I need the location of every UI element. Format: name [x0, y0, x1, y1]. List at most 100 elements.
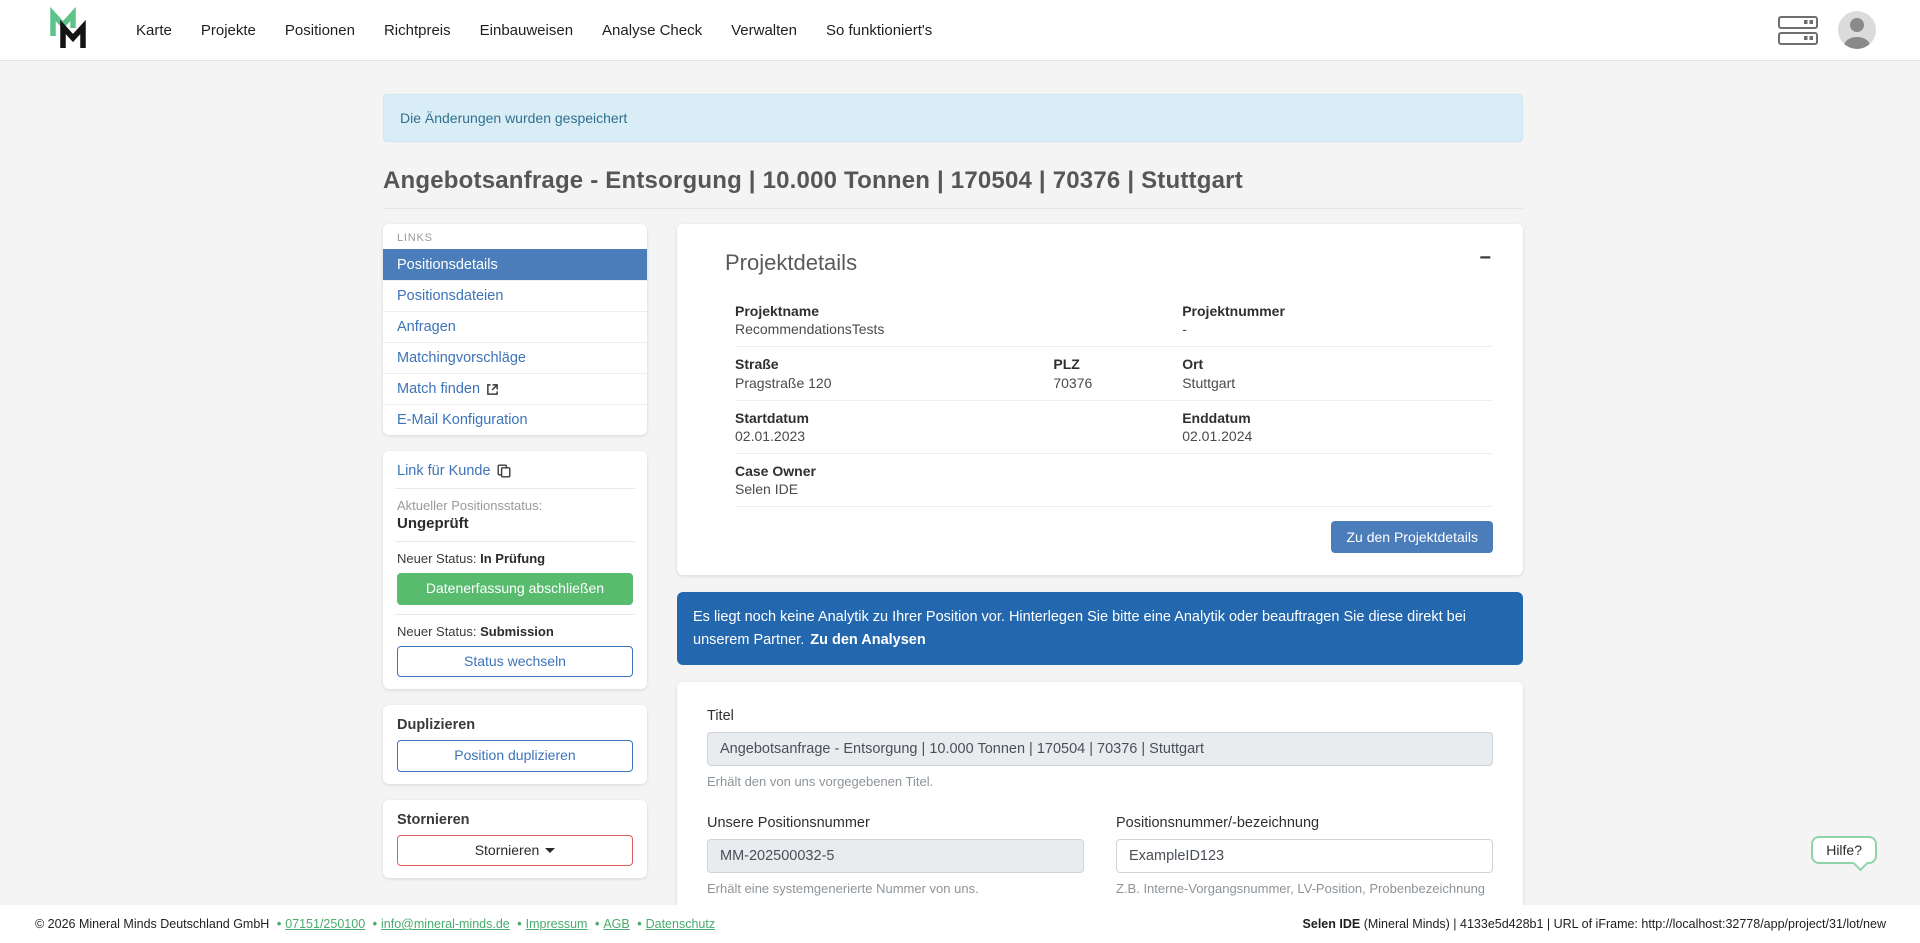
new-status-prefix: Neuer Status: — [397, 551, 477, 566]
footer-separator: • — [595, 917, 599, 931]
external-link-icon — [486, 383, 499, 396]
new-status-value: In Prüfung — [480, 551, 545, 566]
enddatum-value: 02.01.2024 — [1182, 428, 1493, 444]
unsere-positionsnummer-help-text: Erhält eine systemgenerierte Nummer von … — [707, 881, 1084, 896]
titel-input — [707, 732, 1493, 766]
nav-item-analyse-check[interactable]: Analyse Check — [602, 22, 702, 39]
footer-email-link[interactable]: info@mineral-minds.de — [381, 917, 510, 931]
status-wechseln-button[interactable]: Status wechseln — [397, 646, 633, 678]
links-card-header: LINKS — [383, 224, 647, 249]
strasse-value: Pragstraße 120 — [735, 375, 1053, 391]
footer-impressum-link[interactable]: Impressum — [526, 917, 588, 931]
nav-item-positionen[interactable]: Positionen — [285, 22, 355, 39]
sidebar-item-label: Anfragen — [397, 319, 456, 335]
nav-item-richtpreis[interactable]: Richtpreis — [384, 22, 451, 39]
help-button[interactable]: Hilfe? — [1811, 836, 1877, 864]
position-duplizieren-button[interactable]: Position duplizieren — [397, 740, 633, 772]
sidebar-item-label: Matchingvorschläge — [397, 350, 526, 366]
project-row-address: Straße Pragstraße 120 PLZ 70376 Ort Stut… — [735, 346, 1493, 399]
collapse-card-icon[interactable]: − — [1479, 248, 1491, 268]
footer-copyright: © 2026 Mineral Minds Deutschland GmbH — [35, 917, 269, 931]
link-fuer-kunde-link[interactable]: Link für Kunde — [397, 463, 633, 479]
footer-phone-link[interactable]: 07151/250100 — [285, 917, 365, 931]
copy-icon — [497, 464, 511, 478]
sidebar-item-matchingvorschlaege[interactable]: Matchingvorschläge — [383, 342, 647, 373]
projektnummer-label: Projektnummer — [1182, 301, 1493, 321]
footer-separator: • — [277, 917, 281, 931]
plz-value: 70376 — [1053, 375, 1182, 391]
sidebar-item-match-finden[interactable]: Match finden — [383, 373, 647, 404]
startdatum-label: Startdatum — [735, 408, 1182, 428]
duplizieren-card: Duplizieren Position duplizieren — [383, 705, 647, 784]
sidebar-item-positionsdateien[interactable]: Positionsdateien — [383, 280, 647, 311]
unsere-positionsnummer-input — [707, 839, 1084, 873]
nav-item-verwalten[interactable]: Verwalten — [731, 22, 797, 39]
new-status-value: Submission — [480, 624, 554, 639]
new-status-line-1: Neuer Status: In Prüfung — [397, 551, 633, 566]
projektnummer-value: - — [1182, 321, 1493, 337]
ort-value: Stuttgart — [1182, 375, 1493, 391]
duplizieren-title: Duplizieren — [397, 717, 633, 733]
case-owner-value: Selen IDE — [735, 481, 1493, 497]
server-rack-icon[interactable] — [1778, 14, 1818, 46]
startdatum-value: 02.01.2023 — [735, 428, 1182, 444]
stornieren-card: Stornieren Stornieren — [383, 800, 647, 879]
page-title: Angebotsanfrage - Entsorgung | 10.000 To… — [383, 167, 1523, 209]
new-status-line-2: Neuer Status: Submission — [397, 624, 633, 639]
rack-row — [1778, 16, 1818, 29]
current-status-label: Aktueller Positionsstatus: — [397, 498, 633, 513]
help-button-label: Hilfe? — [1826, 842, 1862, 858]
new-status-prefix: Neuer Status: — [397, 624, 477, 639]
datenerfassung-abschliessen-button[interactable]: Datenerfassung abschließen — [397, 573, 633, 605]
nav-item-einbauweisen[interactable]: Einbauweisen — [480, 22, 573, 39]
enddatum-label: Enddatum — [1182, 408, 1493, 428]
main-nav: Karte Projekte Positionen Richtpreis Ein… — [136, 22, 932, 39]
footer-left: © 2026 Mineral Minds Deutschland GmbH • 0… — [35, 917, 715, 931]
link-fuer-kunde-label: Link für Kunde — [397, 463, 491, 479]
sidebar-item-email-konfiguration[interactable]: E-Mail Konfiguration — [383, 404, 647, 435]
user-avatar[interactable] — [1838, 11, 1876, 49]
footer-separator: • — [517, 917, 521, 931]
footer-session-info: Selen IDE (Mineral Minds) | 4133e5d428b1… — [1303, 917, 1886, 931]
project-row-dates: Startdatum 02.01.2023 Enddatum 02.01.202… — [735, 400, 1493, 453]
sidebar-item-label: E-Mail Konfiguration — [397, 412, 528, 428]
mineral-minds-logo-icon[interactable] — [46, 6, 94, 54]
analytics-info-banner: Es liegt noch keine Analytik zu Ihrer Po… — [677, 592, 1523, 665]
footer-user-name: Selen IDE — [1303, 917, 1361, 931]
titel-help-text: Erhält den von uns vorgegebenen Titel. — [707, 774, 1493, 789]
saved-changes-alert: Die Änderungen wurden gespeichert — [383, 94, 1523, 142]
sidebar-item-anfragen[interactable]: Anfragen — [383, 311, 647, 342]
ort-label: Ort — [1182, 354, 1493, 374]
projektdetails-title: Projektdetails — [725, 250, 1493, 276]
titel-label: Titel — [707, 708, 1493, 724]
stornieren-dropdown-button[interactable]: Stornieren — [397, 835, 633, 867]
projektname-value: RecommendationsTests — [735, 321, 1182, 337]
footer-separator: • — [637, 917, 641, 931]
positionsnummer-bezeichnung-input[interactable] — [1116, 839, 1493, 873]
nav-item-karte[interactable]: Karte — [136, 22, 172, 39]
zu-den-projektdetails-button[interactable]: Zu den Projektdetails — [1331, 521, 1493, 553]
divider — [395, 614, 635, 615]
projektdetails-card: − Projektdetails Projektname Recommendat… — [677, 224, 1523, 575]
rack-row — [1778, 32, 1818, 45]
current-status-value: Ungeprüft — [397, 515, 633, 532]
top-navbar: Karte Projekte Positionen Richtpreis Ein… — [0, 0, 1920, 61]
footer-datenschutz-link[interactable]: Datenschutz — [646, 917, 715, 931]
nav-item-so-funktionierts[interactable]: So funktioniert's — [826, 22, 932, 39]
zu-den-analysen-link[interactable]: Zu den Analysen — [810, 632, 925, 648]
strasse-label: Straße — [735, 354, 1053, 374]
projektname-label: Projektname — [735, 301, 1182, 321]
divider — [395, 488, 635, 489]
footer-session-details: (Mineral Minds) | 4133e5d428b1 | URL of … — [1360, 917, 1886, 931]
footer-agb-link[interactable]: AGB — [603, 917, 629, 931]
project-row-owner: Case Owner Selen IDE — [735, 453, 1493, 506]
plz-label: PLZ — [1053, 354, 1182, 374]
sidebar-item-label: Match finden — [397, 381, 480, 397]
nav-item-projekte[interactable]: Projekte — [201, 22, 256, 39]
case-owner-label: Case Owner — [735, 461, 1493, 481]
alert-message: Die Änderungen wurden gespeichert — [400, 110, 627, 126]
positionsnummer-bezeichnung-help-text: Z.B. Interne-Vorgangsnummer, LV-Position… — [1116, 881, 1493, 896]
sidebar-item-label: Positionsdetails — [397, 257, 498, 273]
sidebar-item-positionsdetails[interactable]: Positionsdetails — [383, 249, 647, 280]
status-card: Link für Kunde Aktueller Positionsstatus… — [383, 451, 647, 689]
